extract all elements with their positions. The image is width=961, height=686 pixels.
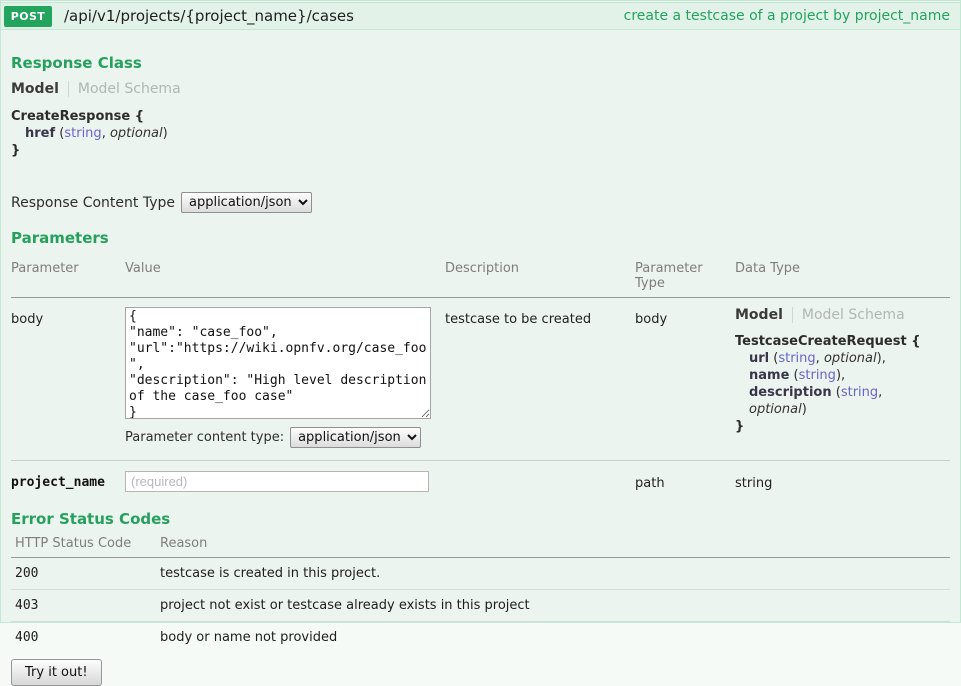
signature-property: href (string, optional)	[11, 125, 950, 142]
operation-summary-link[interactable]: create a testcase of a project by projec…	[624, 8, 950, 24]
parameter-content-type-row: Parameter content type: application/json	[125, 427, 437, 448]
operation-panel: POST /api/v1/projects/{project_name}/cas…	[0, 0, 961, 623]
response-content-type-label: Response Content Type	[11, 195, 175, 211]
signature-class-name: CreateResponse {	[11, 108, 950, 125]
col-value: Value	[125, 261, 445, 291]
param-value-cell	[125, 471, 445, 492]
param-data-type: string	[735, 471, 950, 492]
signature-property: name (string),	[735, 367, 942, 384]
tab-model-schema[interactable]: Model Schema	[792, 307, 905, 323]
tab-model[interactable]: Model	[11, 81, 59, 97]
request-signature: TestcaseCreateRequest { url (string, opt…	[735, 333, 942, 435]
signature-property: description (string, optional)	[735, 384, 942, 418]
error-status-codes-title: Error Status Codes	[11, 510, 950, 528]
error-reason: project not exist or testcase already ex…	[156, 590, 950, 621]
response-model-tabs: Model Model Schema	[11, 81, 950, 97]
tab-model-schema[interactable]: Model Schema	[68, 81, 181, 97]
param-description	[445, 471, 635, 492]
signature-class-name: TestcaseCreateRequest {	[735, 333, 942, 350]
parameter-row-body: body { "name": "case_foo", "url":"https:…	[11, 298, 950, 448]
tab-model[interactable]: Model	[735, 307, 783, 323]
error-row: 400 body or name not provided	[11, 622, 950, 653]
error-code: 403	[11, 590, 156, 621]
signature-close-brace: }	[735, 418, 942, 435]
operation-heading: POST /api/v1/projects/{project_name}/cas…	[1, 2, 960, 30]
endpoint-path-link[interactable]: /api/v1/projects/{project_name}/cases	[64, 7, 354, 25]
try-it-out-button[interactable]: Try it out!	[11, 659, 102, 686]
error-row: 200 testcase is created in this project.	[11, 558, 950, 590]
request-model-tabs: Model Model Schema	[735, 307, 942, 323]
param-name-body: body	[11, 307, 125, 448]
error-row: 403 project not exist or testcase alread…	[11, 590, 950, 622]
parameter-content-type-select[interactable]: application/json	[290, 427, 421, 448]
parameters-title: Parameters	[11, 229, 950, 247]
col-description: Description	[445, 261, 635, 291]
param-data-type-cell: Model Model Schema TestcaseCreateRequest…	[735, 307, 950, 448]
param-value-cell: { "name": "case_foo", "url":"https://wik…	[125, 307, 445, 448]
parameter-row-project-name: project_name path string	[11, 460, 950, 496]
body-json-textarea[interactable]: { "name": "case_foo", "url":"https://wik…	[125, 307, 431, 419]
col-parameter-type: Parameter Type	[635, 261, 735, 291]
signature-property: url (string, optional),	[735, 350, 942, 367]
errors-table-header: HTTP Status Code Reason	[11, 536, 950, 558]
error-reason: body or name not provided	[156, 622, 950, 653]
error-code: 200	[11, 558, 156, 589]
parameters-table-header: Parameter Value Description Parameter Ty…	[11, 261, 950, 298]
param-description: testcase to be created	[445, 307, 635, 448]
col-parameter: Parameter	[11, 261, 125, 291]
http-method-badge: POST	[4, 6, 52, 27]
param-type: body	[635, 307, 735, 448]
response-class-signature: CreateResponse { href (string, optional)…	[11, 108, 950, 159]
error-code: 400	[11, 622, 156, 653]
operation-content: Response Class Model Model Schema Create…	[1, 54, 960, 686]
parameter-content-type-label: Parameter content type:	[125, 430, 284, 445]
response-class-title: Response Class	[11, 54, 950, 72]
response-content-type-select[interactable]: application/json	[181, 192, 312, 213]
col-data-type: Data Type	[735, 261, 950, 291]
col-http-status-code: HTTP Status Code	[11, 536, 156, 551]
col-reason: Reason	[156, 536, 950, 551]
param-name-project-name: project_name	[11, 471, 125, 492]
response-content-type-row: Response Content Type application/json	[11, 192, 950, 213]
project-name-input[interactable]	[125, 471, 429, 492]
signature-close-brace: }	[11, 142, 950, 159]
error-reason: testcase is created in this project.	[156, 558, 950, 589]
param-type: path	[635, 471, 735, 492]
